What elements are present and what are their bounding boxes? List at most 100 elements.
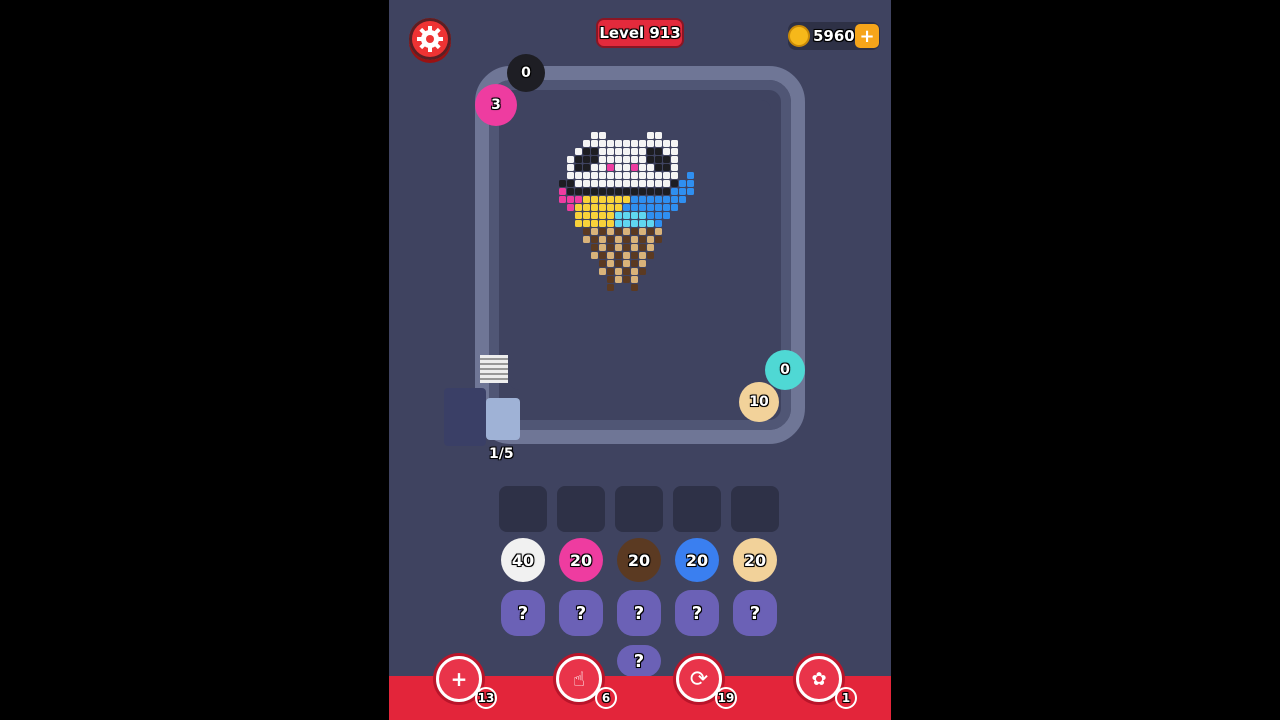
pixel-block (559, 188, 566, 195)
hidden-shooter: ? (617, 590, 661, 636)
pixel-block (583, 180, 590, 187)
empty-slot[interactable] (557, 486, 605, 532)
pixel-block (663, 180, 670, 187)
pixel-block (655, 132, 662, 139)
pixel-block (575, 196, 582, 203)
empty-slot[interactable] (731, 486, 779, 532)
pixel-block (671, 172, 678, 179)
pixel-block (647, 132, 654, 139)
pixel-block (599, 204, 606, 211)
pixel-block (663, 196, 670, 203)
hidden-shooter: ? (617, 645, 661, 677)
game-screen: Level 913 5960 + 1/5 0 3 0 10 40 20 20 2… (389, 0, 891, 720)
pink-shooter[interactable]: 3 (475, 84, 517, 126)
pixel-block (671, 204, 678, 211)
pixel-block (591, 132, 598, 139)
pixel-block (631, 180, 638, 187)
pixel-block (639, 252, 646, 259)
pixel-block (615, 252, 622, 259)
pixel-block (599, 180, 606, 187)
pixel-block (615, 228, 622, 235)
pink-shooter-count: 3 (491, 97, 501, 113)
pixel-block (583, 140, 590, 147)
pixel-block (639, 220, 646, 227)
pixel-block (655, 188, 662, 195)
pixel-block (631, 148, 638, 155)
hidden-shooter: ? (501, 590, 545, 636)
pixel-block (591, 156, 598, 163)
pixel-block (663, 212, 670, 219)
pixel-block (631, 196, 638, 203)
queue-shooter-beige[interactable]: 20 (733, 538, 777, 582)
pixel-block (607, 188, 614, 195)
pixel-block (599, 196, 606, 203)
pixel-block (631, 220, 638, 227)
black-shooter[interactable]: 0 (507, 54, 545, 92)
pixel-block (639, 172, 646, 179)
pixel-block (671, 156, 678, 163)
pixel-block (591, 220, 598, 227)
pixel-block (623, 172, 630, 179)
pixel-block (615, 188, 622, 195)
pixel-block (671, 196, 678, 203)
pixel-block (615, 172, 622, 179)
pixel-block (655, 220, 662, 227)
pixel-block (647, 196, 654, 203)
pixel-block (639, 156, 646, 163)
pixel-block (607, 260, 614, 267)
pixel-block (655, 180, 662, 187)
empty-slot[interactable] (673, 486, 721, 532)
empty-slot[interactable] (615, 486, 663, 532)
pixel-board (509, 100, 771, 390)
pixel-block (599, 156, 606, 163)
pixel-block (599, 132, 606, 139)
hidden-label: ? (749, 602, 761, 624)
coin-counter: 5960 + (788, 22, 880, 50)
pixel-block (607, 148, 614, 155)
pixel-block (575, 172, 582, 179)
settings-button[interactable] (409, 18, 451, 60)
pixel-block (639, 236, 646, 243)
hidden-label: ? (517, 602, 529, 624)
pixel-block (623, 228, 630, 235)
pixel-block (591, 228, 598, 235)
hidden-shooter: ? (733, 590, 777, 636)
pixel-block (631, 276, 638, 283)
pixel-block (663, 204, 670, 211)
beige-shooter-count: 10 (749, 394, 769, 410)
pixel-block (583, 148, 590, 155)
pixel-block (599, 236, 606, 243)
cyan-shooter[interactable]: 0 (765, 350, 805, 390)
pixel-block (607, 140, 614, 147)
pixel-block (663, 156, 670, 163)
pixel-block (623, 156, 630, 163)
pixel-block (631, 260, 638, 267)
add-coins-button[interactable]: + (855, 24, 879, 48)
queue-shooter-brown[interactable]: 20 (617, 538, 661, 582)
queue-shooter-white[interactable]: 40 (501, 538, 545, 582)
pixel-block (583, 220, 590, 227)
pixel-block (599, 212, 606, 219)
pixel-block (623, 220, 630, 227)
pixel-block (639, 244, 646, 251)
beige-shooter[interactable]: 10 (739, 382, 779, 422)
pixel-block (567, 204, 574, 211)
pixel-block (671, 188, 678, 195)
pixel-block (687, 188, 694, 195)
pixel-block (583, 156, 590, 163)
pixel-block (631, 156, 638, 163)
pixel-block (615, 148, 622, 155)
pixel-block (623, 260, 630, 267)
booster-count-badge: 19 (715, 687, 737, 709)
pixel-block (631, 236, 638, 243)
empty-slot[interactable] (499, 486, 547, 532)
pixel-block (583, 196, 590, 203)
pixel-block (639, 148, 646, 155)
pixel-block (623, 188, 630, 195)
queue-shooter-blue[interactable]: 20 (675, 538, 719, 582)
pixel-block (671, 140, 678, 147)
pixel-block (631, 164, 638, 171)
queue-shooter-pink[interactable]: 20 (559, 538, 603, 582)
pixel-block (639, 260, 646, 267)
pixel-block (591, 148, 598, 155)
